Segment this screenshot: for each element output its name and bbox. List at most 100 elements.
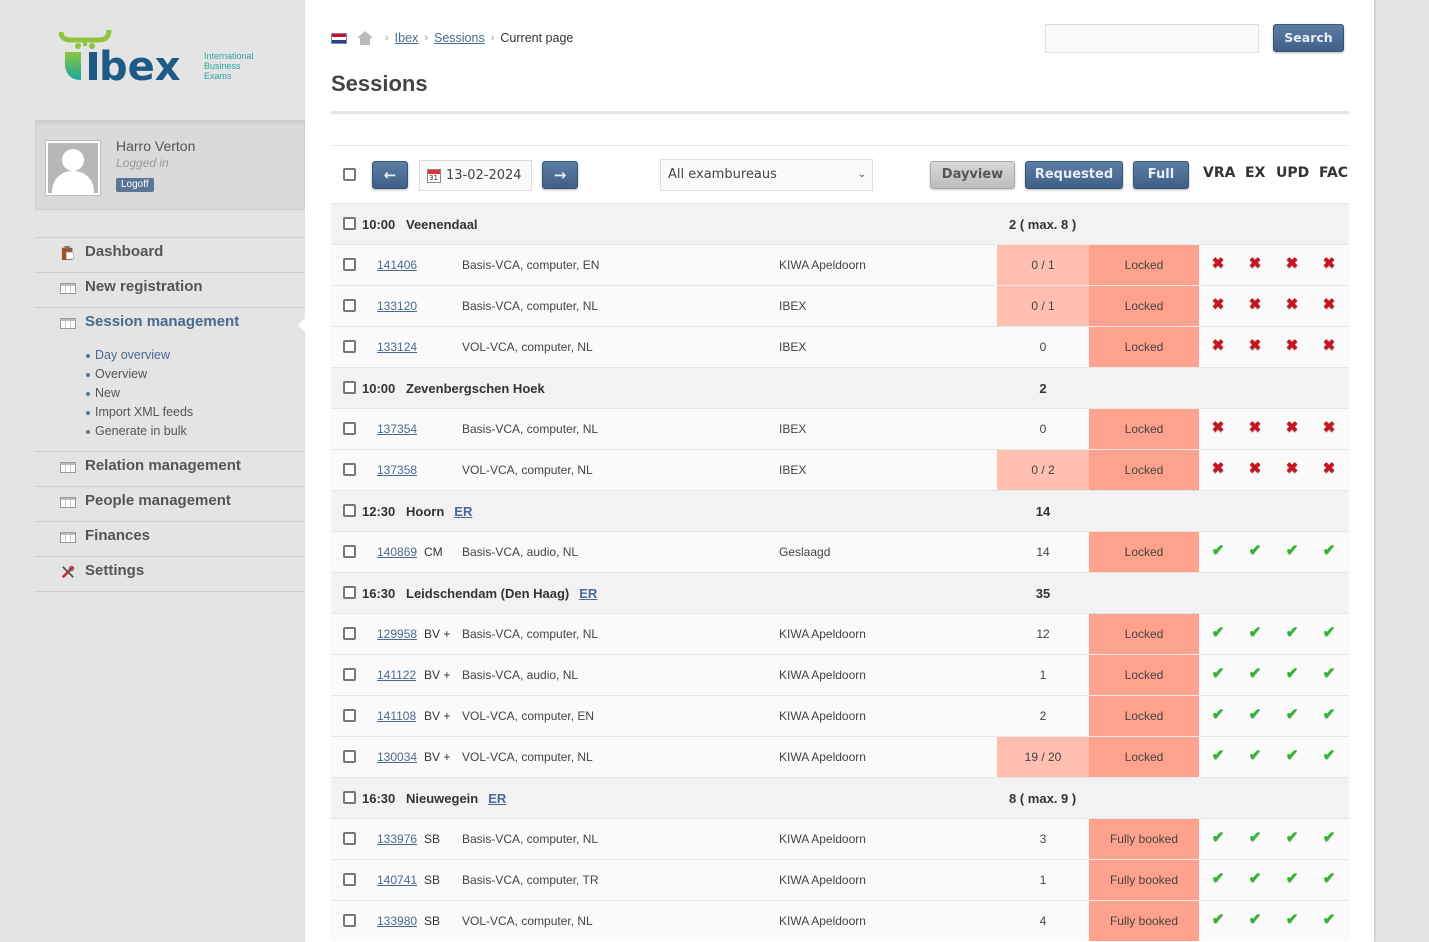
row-checkbox[interactable] bbox=[343, 709, 356, 722]
session-id-link[interactable]: 133980 bbox=[375, 914, 419, 928]
sidebar-item-dashboard[interactable]: Dashboard bbox=[35, 237, 305, 272]
subitem-day-overview[interactable]: Day overview bbox=[85, 346, 305, 365]
session-id-link[interactable]: 133976 bbox=[375, 832, 419, 846]
row-checkbox[interactable] bbox=[343, 340, 356, 353]
group-checkbox[interactable] bbox=[343, 504, 356, 517]
check-icon: ✔ bbox=[1211, 706, 1225, 723]
session-group-row: 10:00 Veenendaal 2 ( max. 8 ) bbox=[331, 203, 1349, 244]
group-count: 2 ( max. 8 ) bbox=[1009, 217, 1077, 232]
status-badge: Locked bbox=[1089, 286, 1199, 326]
row-checkbox[interactable] bbox=[343, 914, 356, 927]
search-button[interactable]: Search bbox=[1273, 24, 1344, 52]
select-all-checkbox[interactable] bbox=[343, 168, 356, 181]
tagline-line: International bbox=[204, 51, 254, 61]
session-id-link[interactable]: 140869 bbox=[375, 545, 419, 559]
er-link[interactable]: ER bbox=[488, 791, 506, 806]
row-checkbox[interactable] bbox=[343, 463, 356, 476]
session-time: 12:30 bbox=[362, 504, 396, 519]
er-link[interactable]: ER bbox=[454, 504, 472, 519]
session-time: 10:00 bbox=[362, 217, 396, 232]
home-icon[interactable] bbox=[357, 31, 373, 45]
sidebar-item-finances[interactable]: Finances bbox=[35, 521, 305, 556]
session-id-link[interactable]: 140741 bbox=[375, 873, 419, 887]
session-id-link[interactable]: 141108 bbox=[375, 709, 418, 723]
session-code: SB bbox=[424, 873, 441, 887]
row-checkbox[interactable] bbox=[343, 873, 356, 886]
sidebar-item-new-registration[interactable]: New registration bbox=[35, 272, 305, 307]
sidebar-item-session-management[interactable]: Session management bbox=[35, 308, 305, 343]
exam-bureau: IBEX bbox=[779, 340, 807, 354]
previous-day-button[interactable]: ← bbox=[372, 161, 408, 189]
cross-icon: ✖ bbox=[1248, 460, 1262, 477]
breadcrumb: › Ibex › Sessions › Current page bbox=[331, 31, 573, 45]
session-id-link[interactable]: 133120 bbox=[375, 299, 419, 313]
subitem-import-xml-feeds[interactable]: Import XML feeds bbox=[85, 403, 305, 422]
group-checkbox[interactable] bbox=[343, 586, 356, 599]
sidebar-item-label: People management bbox=[85, 492, 231, 509]
candidate-count: 19 / 20 bbox=[997, 737, 1089, 777]
session-id-link[interactable]: 129958 bbox=[375, 627, 419, 641]
check-icon: ✔ bbox=[1322, 624, 1336, 641]
sidebar-item-people-management[interactable]: People management bbox=[35, 486, 305, 521]
session-location: Veenendaal bbox=[406, 217, 478, 232]
row-checkbox[interactable] bbox=[343, 832, 356, 845]
session-id-link[interactable]: 137354 bbox=[375, 422, 419, 436]
exambureau-select[interactable]: All exambureaus ⌄ bbox=[660, 159, 873, 191]
row-checkbox[interactable] bbox=[343, 668, 356, 681]
row-checkbox[interactable] bbox=[343, 750, 356, 763]
breadcrumb-ibex[interactable]: Ibex bbox=[395, 31, 419, 45]
group-checkbox[interactable] bbox=[343, 217, 356, 230]
session-id-link[interactable]: 133124 bbox=[375, 340, 419, 354]
sidebar-item-settings[interactable]: Settings bbox=[35, 556, 305, 591]
exam-name: Basis-VCA, computer, NL bbox=[462, 627, 599, 641]
sidebar-group-session-management: Session management Day overview Overview… bbox=[35, 307, 305, 451]
candidate-count: 0 bbox=[1039, 422, 1047, 436]
requested-button[interactable]: Requested bbox=[1025, 161, 1123, 189]
cross-icon: ✖ bbox=[1211, 296, 1225, 313]
table-toolbar: ← 31 13-02-2024 → All exambureaus ⌄ Dayv… bbox=[331, 146, 1349, 203]
session-id-link[interactable]: 130034 bbox=[375, 750, 419, 764]
row-checkbox[interactable] bbox=[343, 545, 356, 558]
check-icon: ✔ bbox=[1211, 542, 1225, 559]
session-id-link[interactable]: 137358 bbox=[375, 463, 419, 477]
group-checkbox[interactable] bbox=[343, 381, 356, 394]
candidate-count: 14 bbox=[1036, 545, 1050, 559]
status-badge: Fully booked bbox=[1089, 819, 1199, 859]
session-code: CM bbox=[424, 545, 443, 559]
row-checkbox[interactable] bbox=[343, 258, 356, 271]
breadcrumb-sessions[interactable]: Sessions bbox=[434, 31, 485, 45]
candidate-count: 1 bbox=[1039, 668, 1047, 682]
status-badge: Locked bbox=[1089, 655, 1199, 695]
exambureau-select-value: All exambureaus bbox=[668, 167, 777, 182]
dayview-button[interactable]: Dayview bbox=[930, 161, 1015, 189]
group-checkbox[interactable] bbox=[343, 791, 356, 804]
dutch-flag-icon[interactable] bbox=[331, 32, 347, 44]
sidebar-item-label: Settings bbox=[85, 562, 145, 579]
search-input[interactable] bbox=[1045, 24, 1259, 53]
check-icon: ✔ bbox=[1285, 542, 1299, 559]
logoff-button[interactable]: Logoff bbox=[116, 178, 154, 192]
check-icon: ✔ bbox=[1285, 829, 1299, 846]
next-day-button[interactable]: → bbox=[542, 161, 578, 189]
row-checkbox[interactable] bbox=[343, 299, 356, 312]
session-id-link[interactable]: 141122 bbox=[375, 668, 418, 682]
check-icon: ✔ bbox=[1285, 911, 1299, 928]
date-input[interactable]: 31 13-02-2024 bbox=[419, 160, 532, 191]
subitem-generate-in-bulk[interactable]: Generate in bulk bbox=[85, 422, 305, 441]
table-row: 141406 Basis-VCA, computer, EN KIWA Apeldo… bbox=[331, 244, 1349, 285]
ibex-logo[interactable]: bex International Business Exams bbox=[58, 26, 269, 90]
status-badge: Fully booked bbox=[1089, 860, 1199, 900]
er-link[interactable]: ER bbox=[579, 586, 597, 601]
table-row: 133120 Basis-VCA, computer, NL IBEX 0 / 1 Lo… bbox=[331, 285, 1349, 326]
session-code: BV + bbox=[424, 627, 451, 641]
full-button[interactable]: Full bbox=[1133, 161, 1189, 189]
row-checkbox[interactable] bbox=[343, 422, 356, 435]
check-icon: ✔ bbox=[1322, 706, 1336, 723]
subitem-overview[interactable]: Overview bbox=[85, 365, 305, 384]
session-id-link[interactable]: 141406 bbox=[375, 258, 419, 272]
table-row: 137358 VOL-VCA, computer, NL IBEX 0 / 2 Lock… bbox=[331, 449, 1349, 490]
row-checkbox[interactable] bbox=[343, 627, 356, 640]
sidebar-item-relation-management[interactable]: Relation management bbox=[35, 451, 305, 486]
check-icon: ✔ bbox=[1248, 665, 1262, 682]
subitem-new[interactable]: New bbox=[85, 384, 305, 403]
